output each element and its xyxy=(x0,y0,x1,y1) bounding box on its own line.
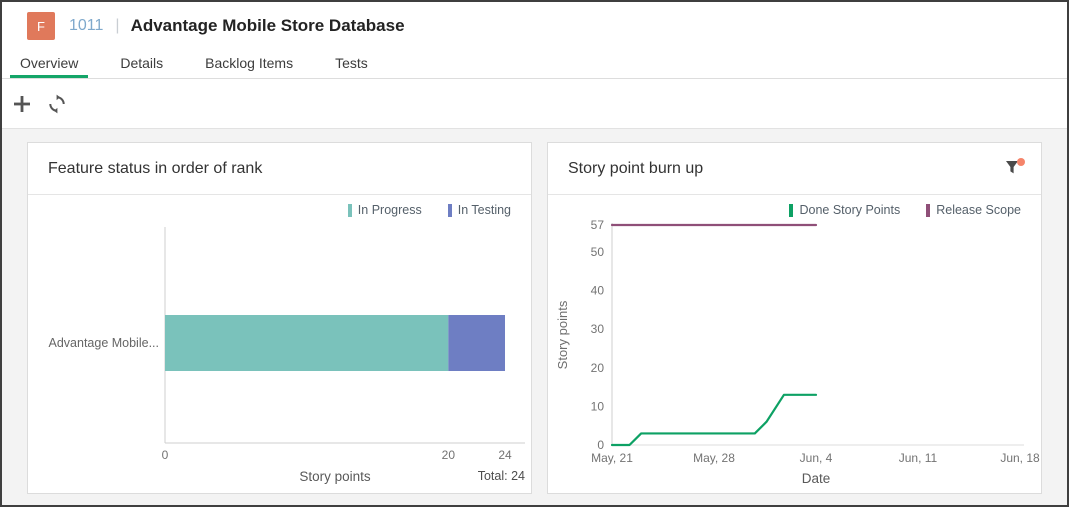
burn-up-line-chart[interactable]: 0 10 20 30 40 50 57 May, 21 May, 28 Jun, 4 Jun, 11… xyxy=(548,217,1041,494)
svg-text:Total: 24: Total: 24 xyxy=(478,469,525,483)
svg-text:50: 50 xyxy=(591,245,605,259)
svg-text:0: 0 xyxy=(597,438,604,452)
tab-details[interactable]: Details xyxy=(110,50,173,78)
legend-item-done-story-points[interactable]: Done Story Points xyxy=(789,203,900,217)
header: F 1011 | Advantage Mobile Store Database xyxy=(2,2,1067,50)
tab-tests[interactable]: Tests xyxy=(325,50,378,78)
legend-label: In Testing xyxy=(458,203,511,217)
app-window: F 1011 | Advantage Mobile Store Database… xyxy=(0,0,1069,507)
burn-up-widget: Story point burn up Done Story Points Re… xyxy=(547,142,1042,494)
legend-item-in-progress[interactable]: In Progress xyxy=(348,203,422,217)
widget-title: Story point burn up xyxy=(568,160,703,178)
add-widget-button[interactable] xyxy=(11,93,33,115)
svg-text:Story points: Story points xyxy=(299,469,371,484)
svg-text:Date: Date xyxy=(802,471,831,486)
svg-text:30: 30 xyxy=(591,322,605,336)
tab-bar: Overview Details Backlog Items Tests xyxy=(2,50,1067,79)
svg-text:Advantage Mobile...: Advantage Mobile... xyxy=(49,336,160,350)
dashboard-area: Feature status in order of rank In Progr… xyxy=(2,129,1067,505)
line-chart-legend: Done Story Points Release Scope xyxy=(548,195,1041,217)
in-progress-swatch xyxy=(348,204,352,217)
svg-text:May, 28: May, 28 xyxy=(693,451,735,465)
legend-label: In Progress xyxy=(358,203,422,217)
release-scope-swatch xyxy=(926,204,930,217)
toolbar xyxy=(2,79,1067,129)
refresh-button[interactable] xyxy=(46,93,68,115)
feature-status-bar-chart[interactable]: Advantage Mobile... 0 20 24 Story points Tota… xyxy=(28,217,531,494)
refresh-icon xyxy=(47,94,67,114)
legend-label: Done Story Points xyxy=(799,203,900,217)
filter-active-dot xyxy=(1017,158,1025,166)
svg-text:40: 40 xyxy=(591,284,605,298)
done-story-points-swatch xyxy=(789,204,793,217)
svg-text:20: 20 xyxy=(591,361,605,375)
legend-item-release-scope[interactable]: Release Scope xyxy=(926,203,1021,217)
feature-status-widget: Feature status in order of rank In Progr… xyxy=(27,142,532,494)
svg-text:May, 21: May, 21 xyxy=(591,451,633,465)
legend-label: Release Scope xyxy=(936,203,1021,217)
filter-button[interactable] xyxy=(1005,160,1023,178)
in-testing-swatch xyxy=(448,204,452,217)
tab-backlog-items[interactable]: Backlog Items xyxy=(195,50,303,78)
svg-text:Jun, 11: Jun, 11 xyxy=(899,451,938,465)
page-title: Advantage Mobile Store Database xyxy=(131,16,405,36)
svg-text:Story points: Story points xyxy=(555,300,570,369)
legend-item-in-testing[interactable]: In Testing xyxy=(448,203,511,217)
entity-id: 1011 xyxy=(69,17,103,35)
svg-text:10: 10 xyxy=(591,399,605,413)
feature-type-badge: F xyxy=(27,12,55,40)
plus-icon xyxy=(13,95,31,113)
svg-text:0: 0 xyxy=(162,448,169,462)
svg-text:Jun, 18: Jun, 18 xyxy=(1000,451,1040,465)
svg-text:Jun, 4: Jun, 4 xyxy=(800,451,833,465)
widget-title: Feature status in order of rank xyxy=(48,160,262,178)
burn-up-widget-header: Story point burn up xyxy=(548,143,1041,195)
header-separator: | xyxy=(115,17,119,35)
feature-status-widget-header: Feature status in order of rank xyxy=(28,143,531,195)
svg-text:20: 20 xyxy=(442,448,456,462)
bar-chart-legend: In Progress In Testing xyxy=(28,195,531,217)
tab-overview[interactable]: Overview xyxy=(10,50,88,78)
svg-text:57: 57 xyxy=(591,218,605,232)
svg-text:24: 24 xyxy=(498,448,512,462)
